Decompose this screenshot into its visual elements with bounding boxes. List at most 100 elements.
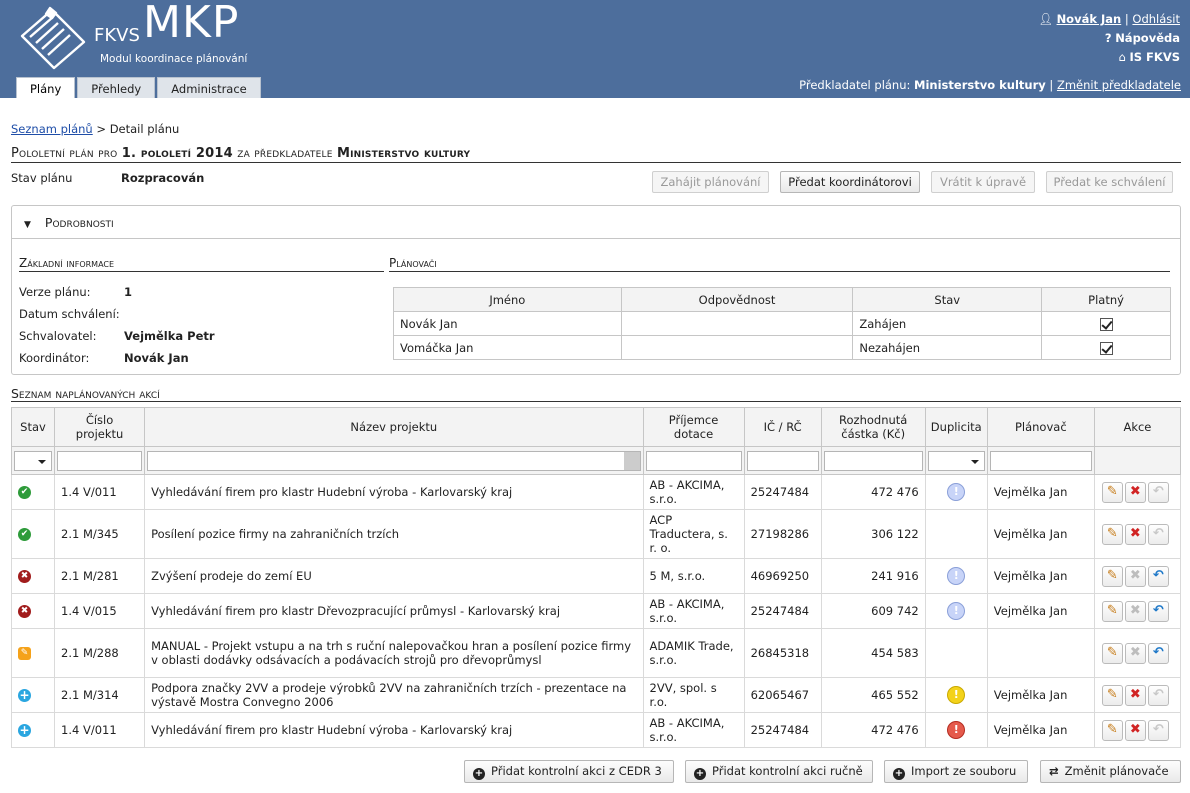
delete-icon[interactable]: ✖ xyxy=(1124,600,1146,622)
planners-header-row: Jméno Odpovědnost Stav Platný xyxy=(393,287,1171,312)
duplicity-info-icon[interactable]: ! xyxy=(947,567,966,585)
app-header: FKVS MKP Modul koordinace plánování 👤︎ N… xyxy=(0,0,1190,100)
column-header-planner[interactable]: Plánovač xyxy=(986,407,1095,447)
duplicity-filter-select[interactable] xyxy=(927,450,985,471)
planner-filter-input[interactable] xyxy=(989,450,1092,471)
column-header-status[interactable]: Stav xyxy=(10,407,56,447)
is-fkvs-link[interactable]: ⌂ IS FKVS xyxy=(1038,48,1180,67)
project-number: 1.4 V/011 xyxy=(54,712,146,748)
row-actions: ✎ ✖ ↶ xyxy=(1093,558,1182,594)
change-planners-button[interactable]: ⇄ Změnit plánovače xyxy=(1040,760,1181,783)
valid-checkbox[interactable] xyxy=(1099,317,1113,331)
breadcrumb-plans-link[interactable]: Seznam plánů xyxy=(11,122,93,136)
recipient: AB - AKCIMA, s.r.o. xyxy=(642,593,745,629)
duplicity-info-icon[interactable]: ! xyxy=(947,483,966,501)
column-header-name[interactable]: Název projektu xyxy=(144,407,644,447)
row-actions: ✎ ✖ ↶ xyxy=(1093,593,1182,629)
column-header-actions: Akce xyxy=(1093,407,1182,447)
table-row[interactable]: ✖ 1.4 V/015 Vyhledávání firem pro klastr D… xyxy=(10,593,1182,629)
table-row[interactable]: ✔ 1.4 V/011 Vyhledávání firem pro klastr H… xyxy=(10,474,1182,510)
undo-icon[interactable]: ↶ xyxy=(1147,523,1169,545)
column-header-amount[interactable]: Rozhodnutá částka (Kč) xyxy=(820,407,926,447)
amount: 241 916 xyxy=(820,558,926,594)
help-link[interactable]: ? Nápověda xyxy=(1038,29,1180,48)
delete-icon[interactable]: ✖ xyxy=(1124,719,1146,741)
project-name: Vyhledávání firem pro klastr Dřevozpracu… xyxy=(144,593,644,629)
duplicity-warning-icon[interactable]: ! xyxy=(947,686,966,704)
column-header-ic[interactable]: IČ / RČ xyxy=(743,407,822,447)
tab-prehledy[interactable]: Přehledy xyxy=(77,77,156,100)
undo-icon[interactable]: ↶ xyxy=(1147,719,1169,741)
info-label: Koordinátor: xyxy=(19,351,90,365)
details-toggle[interactable]: ▼ Podrobnosti xyxy=(12,206,1180,239)
duplicity-info-icon[interactable]: ! xyxy=(947,602,966,620)
delete-icon[interactable]: ✖ xyxy=(1124,481,1146,503)
undo-icon[interactable]: ↶ xyxy=(1147,481,1169,503)
edit-icon[interactable]: ✎ xyxy=(1101,600,1123,622)
user-name-link[interactable]: Novák Jan xyxy=(1057,12,1122,26)
plan-status-value: Rozpracován xyxy=(121,171,205,185)
table-row[interactable]: ✎ 2.1 M/288 MANUAL - Projekt vstupu a na t… xyxy=(10,628,1182,678)
table-row[interactable]: +1.4 V/011 Vyhledávání firem pro klastr H… xyxy=(10,712,1182,748)
amount: 472 476 xyxy=(820,474,926,510)
edit-icon[interactable]: ✎ xyxy=(1101,642,1123,664)
edit-icon[interactable]: ✎ xyxy=(1101,684,1123,706)
actions-table-body: ✔ 1.4 V/011 Vyhledávání firem pro klastr H… xyxy=(10,474,1182,748)
table-row[interactable]: +2.1 M/314 Podpora značky 2VV a prodeje v… xyxy=(10,677,1182,713)
undo-icon[interactable]: ↶ xyxy=(1147,565,1169,587)
column-header-duplicity[interactable]: Duplicita xyxy=(924,407,988,447)
column-header[interactable]: Odpovědnost xyxy=(620,287,854,312)
start-planning-button[interactable]: Zahájit plánování xyxy=(652,171,769,193)
number-filter-input[interactable] xyxy=(57,450,143,471)
column-header-number[interactable]: Číslo projektu xyxy=(54,407,146,447)
recipient-filter-input[interactable] xyxy=(645,450,742,471)
status-manual-icon: ✎ xyxy=(18,647,31,660)
add-cedr-action-button[interactable]: + Přidat kontrolní akci z CEDR 3 xyxy=(464,760,674,783)
valid-checkbox[interactable] xyxy=(1099,341,1113,355)
name-filter-input[interactable] xyxy=(147,450,641,471)
delete-icon[interactable]: ✖ xyxy=(1124,642,1146,664)
to-approval-button[interactable]: Předat ke schválení xyxy=(1046,171,1173,193)
column-header[interactable]: Jméno xyxy=(393,287,622,312)
undo-icon[interactable]: ↶ xyxy=(1147,600,1169,622)
change-submitter-link[interactable]: Změnit předkladatele xyxy=(1057,78,1181,92)
ic-number: 25247484 xyxy=(743,593,822,629)
duplicity-cell: ! xyxy=(924,558,988,594)
edit-icon[interactable]: ✎ xyxy=(1101,565,1123,587)
logout-link[interactable]: Odhlásit xyxy=(1132,12,1180,26)
recipient: AB - AKCIMA, s.r.o. xyxy=(642,474,745,510)
project-name: Posílení pozice firmy na zahraničních tr… xyxy=(144,509,644,559)
table-row[interactable]: ✖ 2.1 M/281 Zvýšení prodeje do zemí EU 5 M,… xyxy=(10,558,1182,594)
delete-icon[interactable]: ✖ xyxy=(1124,684,1146,706)
undo-icon[interactable]: ↶ xyxy=(1147,642,1169,664)
tab-plany[interactable]: Plány xyxy=(16,77,76,100)
recipient: AB - AKCIMA, s.r.o. xyxy=(642,712,745,748)
info-label: Datum schválení: xyxy=(19,307,120,321)
edit-icon[interactable]: ✎ xyxy=(1101,481,1123,503)
column-header-recipient[interactable]: Příjemce dotace xyxy=(642,407,745,447)
duplicity-cell xyxy=(924,628,988,678)
row-actions: ✎ ✖ ↶ xyxy=(1093,509,1182,559)
status-filter-select[interactable] xyxy=(14,450,53,471)
table-row[interactable]: ✔ 2.1 M/345 Posílení pozice firmy na zahra… xyxy=(10,509,1182,559)
column-header[interactable]: Stav xyxy=(852,287,1043,312)
duplicity-error-icon[interactable]: ! xyxy=(947,721,966,739)
planners-title: Plánovači xyxy=(389,256,1170,272)
to-coordinator-button[interactable]: Předat koordinátorovi xyxy=(780,171,920,193)
ic-filter-input[interactable] xyxy=(746,450,819,471)
add-manual-action-button[interactable]: + Přidat kontrolní akci ručně xyxy=(685,760,873,783)
undo-icon[interactable]: ↶ xyxy=(1147,684,1169,706)
basic-info-title: Základní informace xyxy=(19,256,384,272)
import-file-button[interactable]: + Import ze souboru xyxy=(884,760,1028,783)
column-header[interactable]: Platný xyxy=(1041,287,1171,312)
planner-name: Vejmělka Jan xyxy=(986,712,1095,748)
tab-administrace[interactable]: Administrace xyxy=(157,77,261,100)
edit-icon[interactable]: ✎ xyxy=(1101,523,1123,545)
delete-icon[interactable]: ✖ xyxy=(1124,523,1146,545)
row-actions: ✎ ✖ ↶ xyxy=(1093,677,1182,713)
delete-icon[interactable]: ✖ xyxy=(1124,565,1146,587)
edit-icon[interactable]: ✎ xyxy=(1101,719,1123,741)
amount-filter-input[interactable] xyxy=(823,450,923,471)
logo-fkvs-text: FKVS xyxy=(94,25,140,46)
return-for-edit-button[interactable]: Vrátit k úpravě xyxy=(931,171,1035,193)
